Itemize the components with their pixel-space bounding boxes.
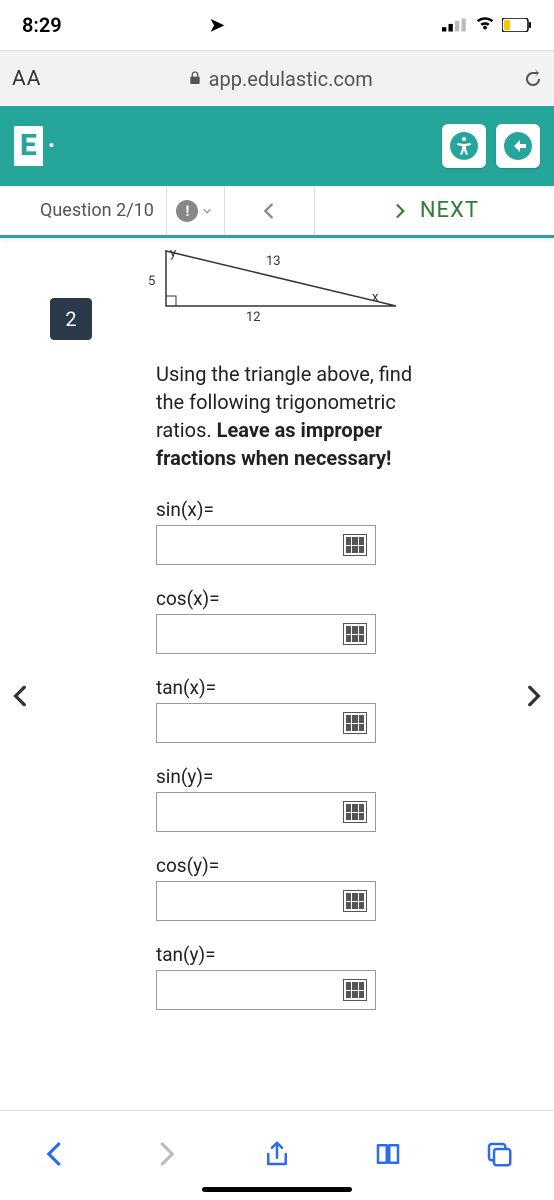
scroll-left-button[interactable]: [0, 668, 44, 728]
angle-x-label: x: [372, 290, 378, 305]
browser-url-bar: AA app.edulastic.com: [0, 50, 554, 106]
answer-label: cos(y)=: [156, 854, 514, 877]
browser-back-button[interactable]: [40, 1139, 70, 1173]
keypad-icon: [343, 801, 367, 823]
accessibility-button[interactable]: [442, 124, 486, 168]
flag-dropdown[interactable]: !: [167, 186, 225, 235]
answer-input-cosx[interactable]: [156, 614, 376, 654]
answer-label: tan(x)=: [156, 676, 514, 699]
next-label: NEXT: [420, 198, 479, 223]
lock-icon: [187, 67, 203, 91]
browser-forward-button: [151, 1139, 181, 1173]
answer-input-cosy[interactable]: [156, 881, 376, 921]
keypad-icon: [343, 623, 367, 645]
answer-label: sin(y)=: [156, 765, 514, 788]
answer-group: sin(y)=: [156, 765, 514, 832]
side-5-label: 5: [148, 274, 155, 289]
answer-group: cos(y)=: [156, 854, 514, 921]
answer-input-siny[interactable]: [156, 792, 376, 832]
answer-label: tan(y)=: [156, 943, 514, 966]
question-counter: Question 2/10: [0, 186, 167, 235]
answer-input-tany[interactable]: [156, 970, 376, 1010]
next-question-button[interactable]: NEXT: [315, 186, 554, 235]
triangle-figure: y 5 13 12 x: [156, 246, 416, 326]
keypad-icon: [343, 890, 367, 912]
answer-group: sin(x)=: [156, 498, 514, 565]
reload-button[interactable]: [518, 65, 542, 93]
address-text: app.edulastic.com: [209, 67, 373, 91]
answer-group: cos(x)=: [156, 587, 514, 654]
battery-icon: [502, 13, 532, 37]
keypad-icon: [343, 979, 367, 1001]
prev-question-button[interactable]: [225, 186, 315, 235]
status-bar: 8:29 ➤: [0, 0, 554, 50]
address-field[interactable]: app.edulastic.com: [53, 67, 506, 91]
answer-label: cos(x)=: [156, 587, 514, 610]
browser-share-button[interactable]: [262, 1139, 292, 1173]
chevron-right-icon: [390, 201, 410, 221]
question-nav: Question 2/10 ! NEXT: [0, 186, 554, 238]
scroll-right-button[interactable]: [510, 668, 554, 728]
home-indicator[interactable]: [202, 1187, 352, 1192]
signal-icon: [442, 13, 468, 37]
location-arrow-icon: ➤: [209, 15, 224, 36]
side-12-label: 12: [246, 310, 261, 325]
answer-input-tanx[interactable]: [156, 703, 376, 743]
question-prompt: Using the triangle above, find the follo…: [156, 360, 436, 472]
side-13-label: 13: [266, 254, 281, 269]
answers-list: sin(x)= cos(x)= tan(x)= sin(y)= cos(y)=: [156, 498, 514, 1010]
status-time: 8:29: [22, 13, 62, 37]
keypad-icon: [343, 712, 367, 734]
chevron-left-icon: [258, 200, 280, 222]
status-indicators: [442, 12, 532, 39]
browser-bookmarks-button[interactable]: [373, 1139, 403, 1173]
brand-logo: E ·: [14, 126, 56, 166]
answer-input-sinx[interactable]: [156, 525, 376, 565]
back-arrow-icon: [504, 132, 532, 160]
question-content: y 5 13 12 x 2 Using the triangle above, …: [0, 238, 554, 1158]
wifi-icon: [474, 12, 496, 39]
answer-label: sin(x)=: [156, 498, 514, 521]
exclamation-icon: !: [176, 200, 198, 222]
angle-y-label: y: [170, 246, 176, 261]
question-number-badge: 2: [50, 298, 92, 340]
answer-group: tan(x)=: [156, 676, 514, 743]
chevron-down-icon: [200, 204, 214, 218]
reader-button[interactable]: AA: [12, 67, 41, 91]
accessibility-icon: [450, 132, 478, 160]
answer-group: tan(y)=: [156, 943, 514, 1010]
browser-tabs-button[interactable]: [484, 1139, 514, 1173]
back-button[interactable]: [496, 124, 540, 168]
app-header: E ·: [0, 106, 554, 186]
keypad-icon: [343, 534, 367, 556]
